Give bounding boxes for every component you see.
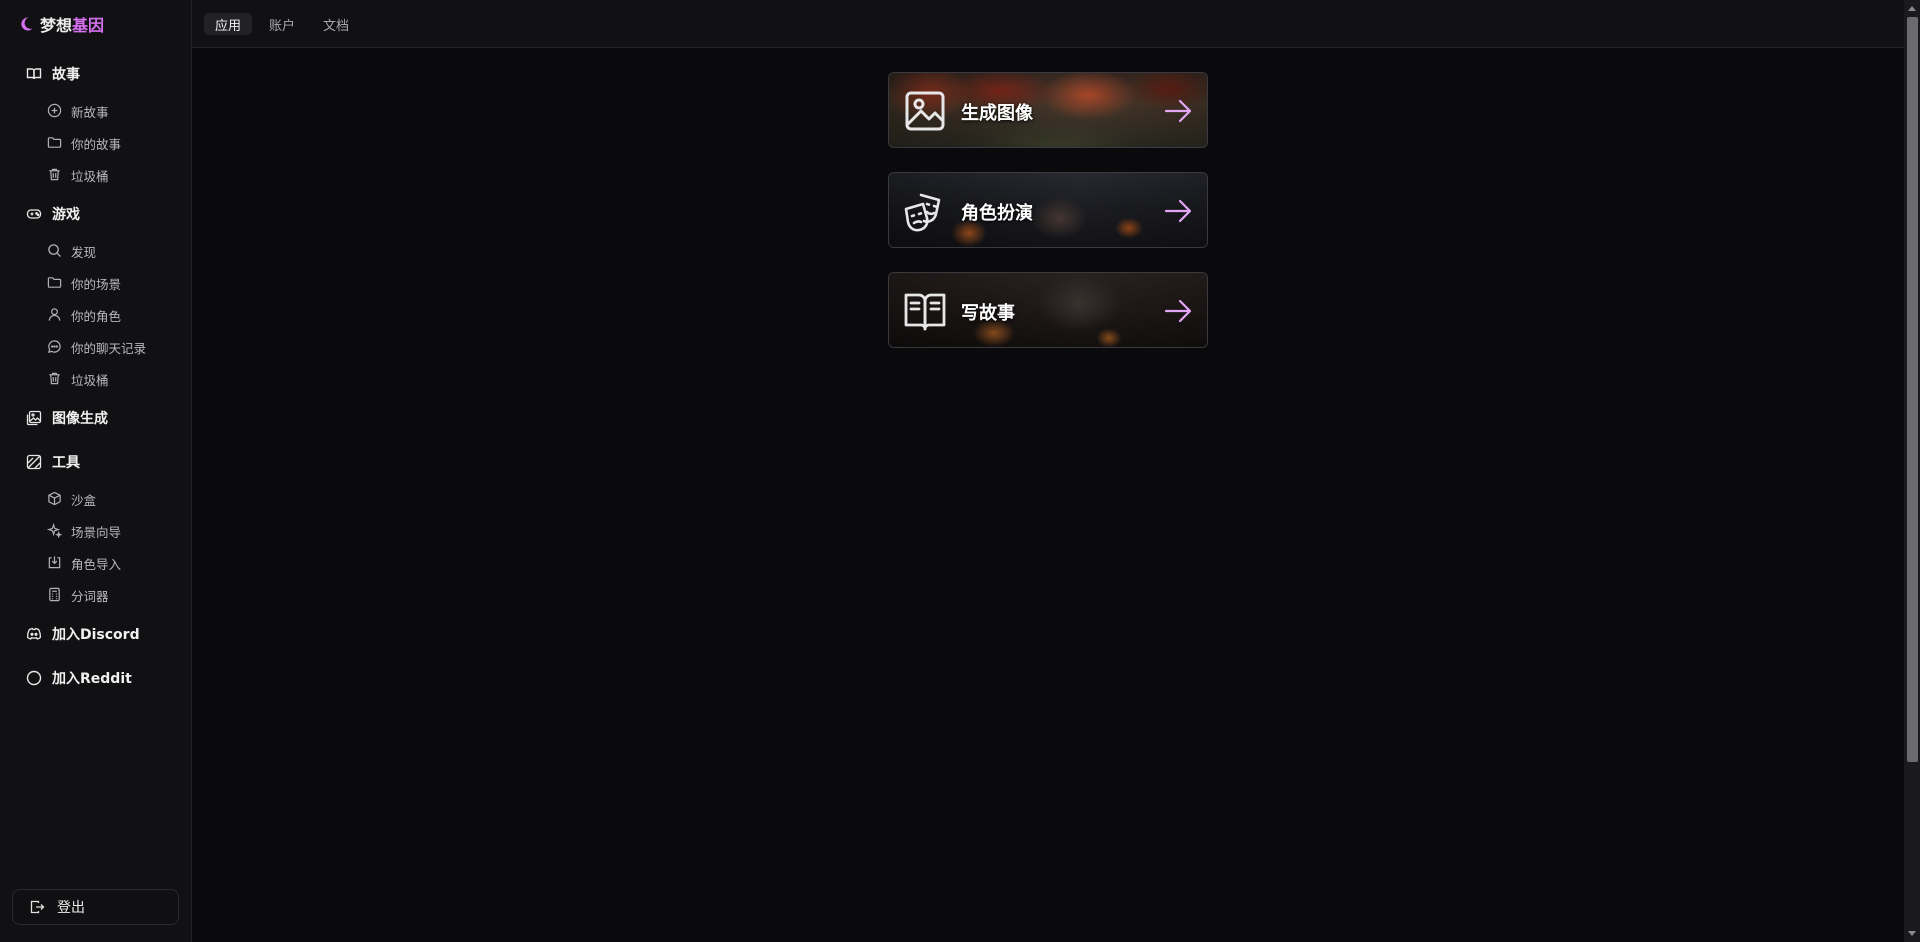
header-tabs: 应用 账户 文档 bbox=[204, 13, 360, 35]
images-icon bbox=[26, 410, 42, 426]
moon-icon bbox=[18, 16, 34, 32]
sidebar-section-label: 故事 bbox=[52, 67, 80, 83]
sidebar-section-tools[interactable]: 工具 bbox=[26, 450, 80, 474]
card-write-story[interactable]: 写故事 bbox=[888, 272, 1208, 348]
folder-icon bbox=[47, 275, 63, 291]
sidebar-item-chat-history[interactable]: 你的聊天记录 bbox=[47, 336, 146, 358]
sidebar-link-discord[interactable]: 加入Discord bbox=[26, 622, 140, 646]
search-icon bbox=[47, 243, 63, 259]
sidebar-item-story-trash[interactable]: 垃圾桶 bbox=[47, 164, 109, 186]
tab-apps[interactable]: 应用 bbox=[204, 13, 253, 35]
tab-docs[interactable]: 文档 bbox=[312, 13, 360, 35]
theater-masks-icon bbox=[903, 189, 947, 233]
box-icon bbox=[47, 491, 63, 507]
sidebar-item-character-import[interactable]: 角色导入 bbox=[47, 552, 121, 574]
scrollbar-thumb[interactable] bbox=[1907, 17, 1918, 762]
sparkles-icon bbox=[47, 523, 63, 539]
tools-icon bbox=[26, 454, 42, 470]
card-generate-image[interactable]: 生成图像 bbox=[888, 72, 1208, 148]
sidebar: 梦想 基因 故事 新故事 你的故事 垃圾桶 游戏 发现 你的场景 你的角色 你的… bbox=[0, 0, 192, 942]
sidebar-section-stories[interactable]: 故事 bbox=[26, 62, 80, 86]
sidebar-item-discover[interactable]: 发现 bbox=[47, 240, 96, 262]
sidebar-item-label: 你的故事 bbox=[71, 136, 122, 152]
card-roleplay[interactable]: 角色扮演 bbox=[888, 172, 1208, 248]
tab-account[interactable]: 账户 bbox=[258, 13, 306, 35]
sidebar-item-your-stories[interactable]: 你的故事 bbox=[47, 132, 121, 154]
plus-circle-icon bbox=[47, 103, 63, 119]
brand-logo[interactable]: 梦想 基因 bbox=[18, 12, 104, 36]
card-title: 角色扮演 bbox=[961, 203, 1033, 224]
sidebar-item-tokenizer[interactable]: 分词器 bbox=[47, 584, 109, 606]
discord-icon bbox=[26, 626, 42, 642]
sidebar-item-label: 你的场景 bbox=[71, 276, 122, 292]
sidebar-section-label: 游戏 bbox=[52, 207, 80, 223]
sidebar-section-image-generation[interactable]: 图像生成 bbox=[26, 406, 108, 430]
sidebar-section-label: 加入Discord bbox=[52, 627, 140, 643]
sidebar-item-your-characters[interactable]: 你的角色 bbox=[47, 304, 121, 326]
sidebar-item-game-trash[interactable]: 垃圾桶 bbox=[47, 368, 109, 390]
import-icon bbox=[47, 555, 63, 571]
vertical-scrollbar[interactable] bbox=[1904, 0, 1920, 942]
trash-icon bbox=[47, 167, 63, 183]
logout-icon bbox=[29, 899, 45, 915]
sidebar-section-label: 加入Reddit bbox=[52, 671, 132, 687]
sidebar-item-label: 角色导入 bbox=[71, 556, 122, 572]
sidebar-item-new-story[interactable]: 新故事 bbox=[47, 100, 109, 122]
top-header: 应用 账户 文档 bbox=[192, 0, 1904, 48]
trash-icon bbox=[47, 371, 63, 387]
brand-name-part1: 梦想 bbox=[40, 16, 73, 35]
sidebar-item-label: 分词器 bbox=[71, 588, 109, 604]
calculator-icon bbox=[47, 587, 63, 603]
sidebar-item-label: 沙盒 bbox=[71, 492, 97, 508]
card-title: 生成图像 bbox=[961, 103, 1033, 124]
scroll-down-icon[interactable] bbox=[1904, 926, 1920, 942]
open-book-icon bbox=[903, 289, 947, 333]
sidebar-section-games[interactable]: 游戏 bbox=[26, 202, 80, 226]
sidebar-link-reddit[interactable]: 加入Reddit bbox=[26, 666, 132, 690]
image-icon bbox=[903, 89, 947, 133]
sidebar-item-label: 发现 bbox=[71, 244, 97, 260]
card-title: 写故事 bbox=[961, 303, 1015, 324]
sidebar-item-label: 垃圾桶 bbox=[71, 168, 109, 184]
scroll-up-icon[interactable] bbox=[1904, 0, 1920, 16]
user-icon bbox=[47, 307, 63, 323]
folder-icon bbox=[47, 135, 63, 151]
sidebar-item-your-scenarios[interactable]: 你的场景 bbox=[47, 272, 121, 294]
logout-label: 登出 bbox=[57, 900, 85, 916]
chat-bubble-icon bbox=[47, 339, 63, 355]
sidebar-item-sandbox[interactable]: 沙盒 bbox=[47, 488, 96, 510]
sidebar-item-label: 你的角色 bbox=[71, 308, 122, 324]
sidebar-item-scenario-wizard[interactable]: 场景向导 bbox=[47, 520, 121, 542]
book-open-icon bbox=[26, 66, 42, 82]
sidebar-item-label: 新故事 bbox=[71, 104, 109, 120]
sidebar-item-label: 垃圾桶 bbox=[71, 372, 109, 388]
app-root: 梦想 基因 故事 新故事 你的故事 垃圾桶 游戏 发现 你的场景 你的角色 你的… bbox=[0, 0, 1920, 942]
brand-name-part2: 基因 bbox=[72, 16, 105, 35]
gamepad-icon bbox=[26, 206, 42, 222]
arrow-right-icon bbox=[1163, 97, 1193, 125]
arrow-right-icon bbox=[1163, 297, 1193, 325]
reddit-icon bbox=[26, 670, 42, 686]
logout-button[interactable]: 登出 bbox=[12, 889, 179, 925]
sidebar-section-label: 工具 bbox=[52, 455, 80, 471]
sidebar-section-label: 图像生成 bbox=[52, 411, 108, 427]
arrow-right-icon bbox=[1163, 197, 1193, 225]
sidebar-item-label: 场景向导 bbox=[71, 524, 122, 540]
sidebar-item-label: 你的聊天记录 bbox=[71, 340, 147, 356]
